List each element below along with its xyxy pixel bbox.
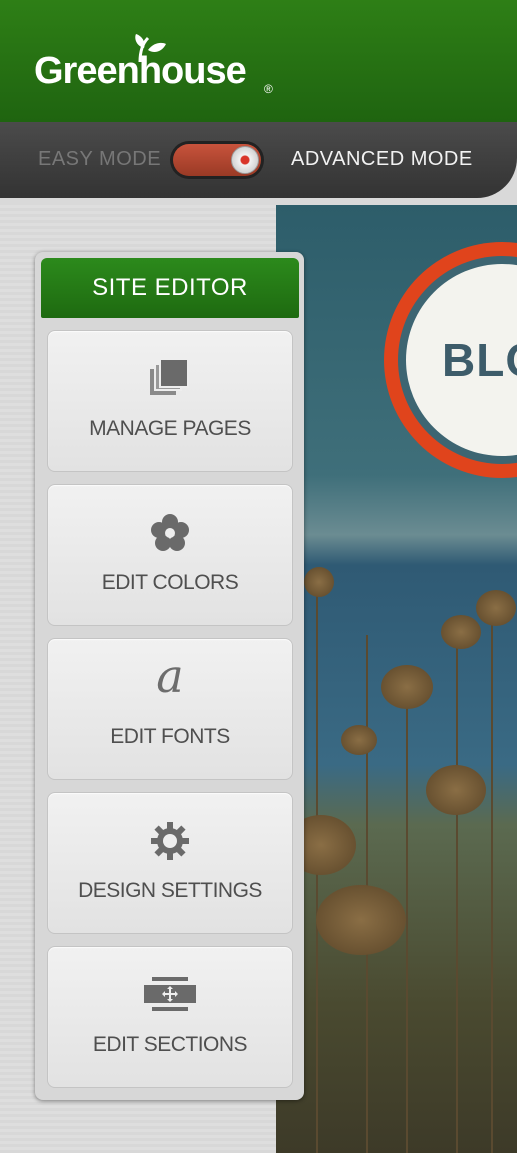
preview-flower xyxy=(304,567,334,597)
sections-move-icon xyxy=(144,977,196,1011)
edit-colors-button[interactable]: EDIT COLORS xyxy=(47,484,293,626)
preview-flower xyxy=(441,615,481,649)
tool-label: EDIT FONTS xyxy=(110,725,230,748)
gear-icon xyxy=(151,822,189,860)
font-a-icon: a xyxy=(156,649,184,703)
edit-fonts-button[interactable]: a EDIT FONTS xyxy=(47,638,293,780)
badge-text: BLOG xyxy=(442,334,517,386)
preview-flower xyxy=(381,665,433,709)
tool-label: EDIT COLORS xyxy=(101,571,239,594)
preview-stem xyxy=(491,605,493,1153)
preview-flower xyxy=(476,590,516,626)
flower-color-icon xyxy=(151,514,189,551)
preview-flower xyxy=(316,885,406,955)
preview-stem xyxy=(456,625,458,1153)
app-header: Greenhouse ® xyxy=(0,0,517,122)
toggle-track xyxy=(173,144,261,176)
advanced-mode-label[interactable]: ADVANCED MODE xyxy=(291,148,473,171)
tool-label: EDIT SECTIONS xyxy=(92,1033,248,1056)
pages-stack-icon xyxy=(150,359,189,395)
tool-label: DESIGN SETTINGS xyxy=(78,879,262,902)
preview-flower xyxy=(341,725,377,755)
preview-flower xyxy=(426,765,486,815)
edit-sections-button[interactable]: EDIT SECTIONS xyxy=(47,946,293,1088)
site-preview[interactable]: BLOG xyxy=(276,205,517,1153)
brand-logo[interactable]: Greenhouse xyxy=(34,50,247,93)
manage-pages-button[interactable]: MANAGE PAGES xyxy=(47,330,293,472)
tool-label: MANAGE PAGES xyxy=(89,417,251,440)
design-settings-button[interactable]: DESIGN SETTINGS xyxy=(47,792,293,934)
registered-mark: ® xyxy=(264,82,273,96)
easy-mode-label[interactable]: EASY MODE xyxy=(38,148,161,171)
site-editor-title: SITE EDITOR xyxy=(41,258,299,318)
toggle-knob[interactable] xyxy=(231,146,259,174)
mode-toggle[interactable] xyxy=(170,141,264,179)
preview-stem xyxy=(406,675,408,1153)
